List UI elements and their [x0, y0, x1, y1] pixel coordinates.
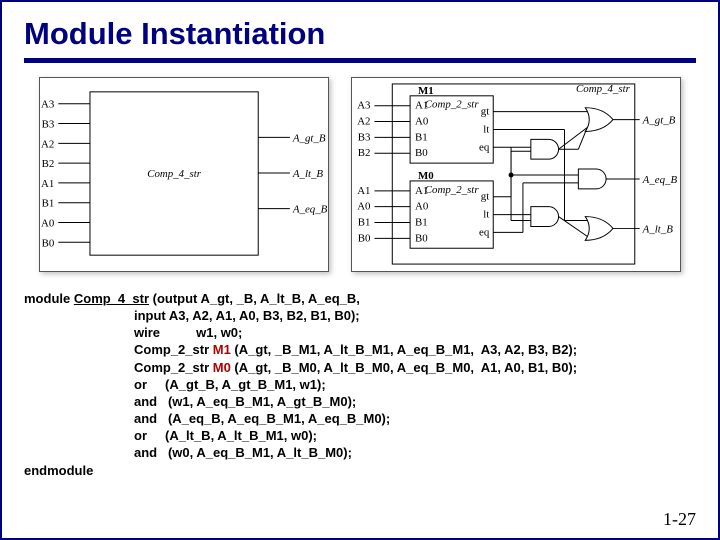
svg-text:A0: A0 — [357, 201, 371, 213]
svg-text:gt: gt — [481, 106, 489, 118]
outer-block-name: Comp_4_str — [576, 83, 631, 95]
code-block: module Comp_4_str (output A_gt, _B, A_lt… — [24, 290, 696, 479]
inst-label: M1 — [418, 85, 434, 97]
out-label: A_eq_B — [642, 174, 678, 186]
code-line: and (w1, A_eq_B_M1, A_gt_B_M0); — [134, 394, 356, 409]
svg-text:B1: B1 — [415, 216, 428, 228]
in-label: A3 — [41, 99, 55, 111]
svg-text:A0: A0 — [415, 201, 429, 213]
diagram-right: Comp_4_str M1 Comp_2_str A3A1 A2A0 B3B1 … — [351, 77, 681, 272]
svg-text:B1: B1 — [358, 216, 371, 228]
code-line: (A_gt, _B_M0, A_lt_B_M0, A_eq_B_M0, A1, … — [231, 360, 577, 375]
code-line: (output A_gt, _B, A_lt_B, A_eq_B, — [149, 291, 360, 306]
code-line: wire w1, w0; — [134, 325, 242, 340]
svg-text:lt: lt — [483, 123, 489, 135]
figure-row: A3 B3 A2 B2 A1 — [24, 77, 696, 272]
code-line: input A3, A2, A1, A0, B3, B2, B1, B0); — [134, 308, 360, 323]
type-label: Comp_2_str — [425, 184, 480, 196]
out-label: A_gt_B — [642, 115, 676, 127]
in-label: A0 — [41, 217, 55, 229]
left-inputs: A3 B3 A2 B2 A1 — [41, 99, 90, 250]
left-outputs: A_gt_B A_lt_B A_eq_B — [258, 132, 327, 215]
subblock-m0: M0 Comp_2_str A1A1 A0A0 B1B1 B0B0 gt lt … — [357, 170, 493, 248]
in-label: B0 — [42, 237, 55, 249]
code-line: and (w0, A_eq_B_M1, A_lt_B_M0); — [134, 445, 352, 460]
svg-text:B0: B0 — [358, 232, 371, 244]
kw-endmodule: endmodule — [24, 463, 93, 478]
svg-text:B2: B2 — [358, 147, 371, 159]
in-label: B1 — [42, 198, 55, 210]
svg-text:eq: eq — [479, 226, 490, 238]
kw-module: module — [24, 291, 70, 306]
in-label: A1 — [41, 178, 54, 190]
code-line: (A_gt, _B_M1, A_lt_B_M1, A_eq_B_M1, A3, … — [231, 342, 577, 357]
svg-text:B0: B0 — [415, 232, 428, 244]
code-line: or (A_lt_B, A_lt_B_M1, w0); — [134, 428, 317, 443]
svg-text:gt: gt — [481, 191, 489, 203]
in-label: B3 — [42, 118, 55, 130]
out-label: A_lt_B — [292, 168, 324, 180]
instance-name: M0 — [213, 360, 231, 375]
diagram-left: A3 B3 A2 B2 A1 — [39, 77, 329, 272]
type-label: Comp_2_str — [425, 99, 480, 111]
subblock-m1: M1 Comp_2_str A3A1 A2A0 B3B1 B2B0 gt lt … — [357, 85, 493, 163]
svg-text:A1: A1 — [415, 100, 428, 112]
out-label: A_eq_B — [292, 204, 328, 216]
gate-network — [493, 108, 639, 241]
code-line: Comp_2_str — [134, 342, 213, 357]
slide: Module Instantiation A3 B3 A2 — [2, 2, 718, 538]
svg-text:A1: A1 — [357, 185, 370, 197]
svg-text:A3: A3 — [357, 100, 371, 112]
in-label: A2 — [41, 138, 54, 150]
svg-text:B0: B0 — [415, 147, 428, 159]
svg-text:B3: B3 — [358, 131, 371, 143]
module-name: Comp_4_str — [74, 291, 149, 306]
out-label: A_gt_B — [292, 132, 326, 144]
code-line: Comp_2_str — [134, 360, 213, 375]
svg-text:A2: A2 — [357, 116, 370, 128]
inst-label: M0 — [418, 170, 434, 182]
title-underline — [24, 58, 696, 63]
svg-text:A1: A1 — [415, 185, 428, 197]
page-number: 1-27 — [663, 509, 696, 530]
slide-title: Module Instantiation — [24, 16, 696, 52]
in-label: B2 — [42, 158, 55, 170]
block-name: Comp_4_str — [147, 168, 202, 180]
svg-text:eq: eq — [479, 141, 490, 153]
code-line: and (A_eq_B, A_eq_B_M1, A_eq_B_M0); — [134, 411, 390, 426]
out-label: A_lt_B — [642, 223, 674, 235]
svg-text:A0: A0 — [415, 116, 429, 128]
svg-text:lt: lt — [483, 209, 489, 221]
code-line: or (A_gt_B, A_gt_B_M1, w1); — [134, 377, 326, 392]
svg-text:B1: B1 — [415, 131, 428, 143]
instance-name: M1 — [213, 342, 231, 357]
